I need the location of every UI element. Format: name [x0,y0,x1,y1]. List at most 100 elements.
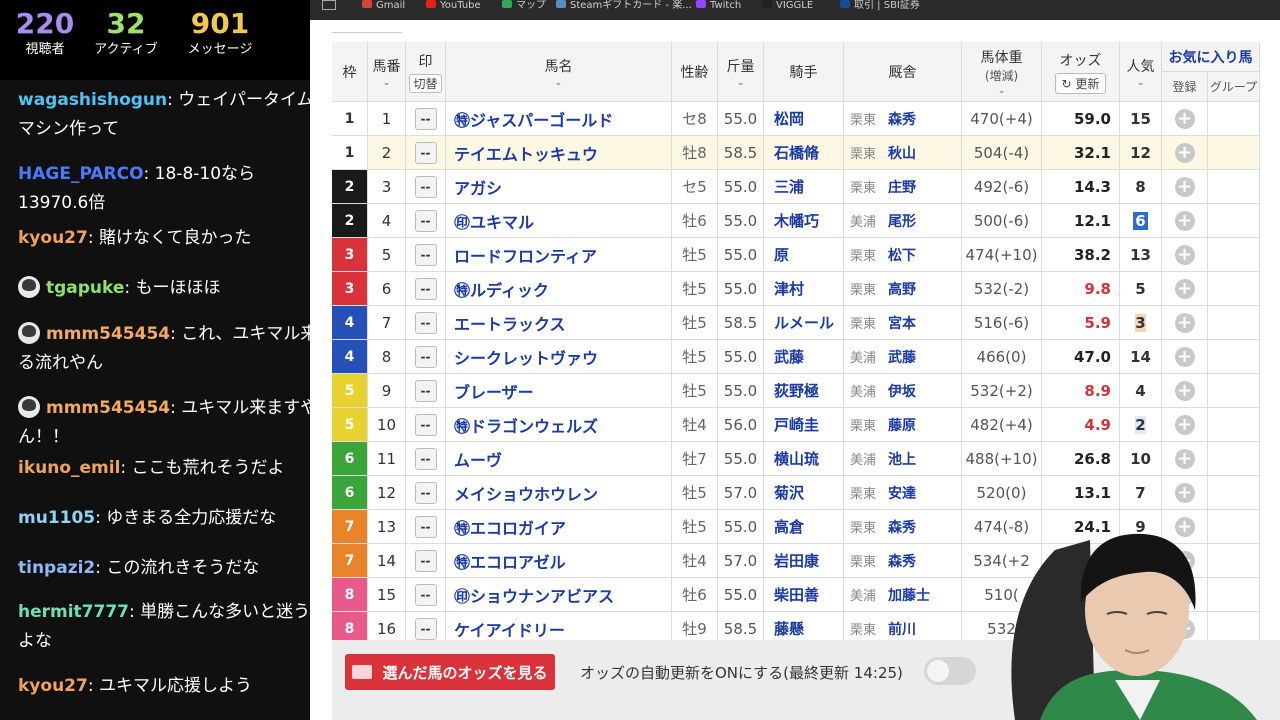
stable-cell[interactable]: 美浦 伊坂 [844,374,962,408]
chat-username[interactable]: mu1105 [18,508,95,528]
jockey-cell[interactable]: 原 [764,238,844,272]
mark-select-button[interactable]: -- [414,583,437,606]
jockey-link[interactable]: 石橋脩 [774,142,819,163]
stable-cell[interactable]: 美浦 武藤 [844,340,962,374]
stable-cell[interactable]: 栗東 森秀 [844,544,962,578]
trainer-link[interactable]: 武藤 [888,347,916,367]
bookmark-item[interactable]: Twitch [696,0,741,11]
plus-circle-icon[interactable]: + [1174,312,1195,333]
horse-name-link[interactable]: ㊕ジャスパーゴールド [454,107,613,131]
chevron-down-icon[interactable]: ⌄ [737,78,745,88]
horse-name-cell[interactable]: ㊞ユキマル [446,204,672,238]
jockey-link[interactable]: 荻野極 [774,380,819,401]
horse-name-cell[interactable]: ㊕エコロガイア [446,510,672,544]
plus-circle-icon[interactable]: + [1174,278,1195,299]
jockey-cell[interactable]: 横山琉 [764,442,844,476]
plus-circle-icon[interactable]: + [1174,142,1195,163]
horse-name-cell[interactable]: テイエムトッキュウ [446,136,672,170]
stable-cell[interactable]: 栗東 松下 [844,238,962,272]
trainer-link[interactable]: 森秀 [888,517,916,537]
mark-select-button[interactable]: -- [414,277,437,300]
jockey-link[interactable]: 津村 [774,278,804,299]
trainer-link[interactable]: 高野 [888,279,916,299]
grid-icon[interactable] [322,0,336,10]
stable-cell[interactable]: 栗東 藤原 [844,408,962,442]
plus-circle-icon[interactable]: + [1174,244,1195,265]
trainer-link[interactable]: 庄野 [888,177,916,197]
horse-name-cell[interactable]: ㊕エコロアゼル [446,544,672,578]
mark-select-button[interactable]: -- [414,413,437,436]
chevron-down-icon[interactable]: ⌄ [998,86,1006,96]
chevron-down-icon[interactable]: ⌄ [383,78,391,88]
horse-name-link[interactable]: アガシ [454,175,502,199]
horse-name-link[interactable]: ㊕ドラゴンウェルズ [454,413,598,437]
chevron-down-icon[interactable]: ⌄ [555,78,563,88]
jockey-link[interactable]: 横山琉 [774,448,819,469]
jockey-cell[interactable]: 岩田康 [764,544,844,578]
horse-name-cell[interactable]: ㊕ドラゴンウェルズ [446,408,672,442]
stable-cell[interactable]: 栗東 秋山 [844,136,962,170]
horse-name-link[interactable]: ブレーザー [454,379,534,403]
auto-update-toggle[interactable] [924,657,976,685]
jockey-cell[interactable]: 三浦 [764,170,844,204]
horse-name-cell[interactable]: シークレットヴァウ [446,340,672,374]
odds-refresh-button[interactable]: ↻ 更新 [1054,72,1107,94]
trainer-link[interactable]: 加藤士 [888,585,930,605]
plus-circle-icon[interactable]: + [1174,448,1195,469]
mark-select-button[interactable]: -- [414,617,437,640]
mark-select-button[interactable]: -- [414,107,437,130]
jockey-link[interactable]: 藤懸 [774,618,804,639]
jockey-cell[interactable]: 木幡巧 [764,204,844,238]
chat-username[interactable]: tinpazi2 [18,558,95,578]
header-favorites[interactable]: お気に入り馬 [1162,42,1260,72]
trainer-link[interactable]: 安達 [888,483,916,503]
stable-cell[interactable]: 栗東 森秀 [844,102,962,136]
plus-circle-icon[interactable]: + [1174,482,1195,503]
horse-name-cell[interactable]: ㊕ジャスパーゴールド [446,102,672,136]
jockey-link[interactable]: 戸崎圭 [774,414,819,435]
trainer-link[interactable]: 池上 [888,449,916,469]
mark-select-button[interactable]: -- [414,345,437,368]
horse-name-link[interactable]: ㊕ルディック [454,277,549,301]
jockey-link[interactable]: 武藤 [774,346,804,367]
horse-name-cell[interactable]: ロードフロンティア [446,238,672,272]
mark-select-button[interactable]: -- [414,549,437,572]
chevron-down-icon[interactable]: ⌄ [1137,78,1145,88]
jockey-cell[interactable]: ルメール [764,306,844,340]
chat-username[interactable]: ikuno_emil [18,458,120,478]
jockey-cell[interactable]: 武藤 [764,340,844,374]
plus-circle-icon[interactable]: + [1174,108,1195,129]
plus-circle-icon[interactable]: + [1174,176,1195,197]
bookmark-item[interactable]: Steamギフトカード - 楽... [556,0,692,11]
horse-name-link[interactable]: ケイアイドリー [454,617,565,641]
header-bodyweight[interactable]: 馬体重 (増減) ⌄ [962,42,1042,102]
jockey-cell[interactable]: 菊沢 [764,476,844,510]
trainer-link[interactable]: 森秀 [888,109,916,129]
jockey-link[interactable]: 菊沢 [774,482,804,503]
jockey-link[interactable]: 柴田善 [774,584,819,605]
stable-cell[interactable]: 美浦 池上 [844,442,962,476]
horse-name-link[interactable]: メイショウホウレン [454,481,598,505]
jockey-cell[interactable]: 高倉 [764,510,844,544]
chat-username[interactable]: kyou27 [18,228,88,248]
stable-cell[interactable]: 美浦 加藤士 [844,578,962,612]
jockey-cell[interactable]: 荻野極 [764,374,844,408]
mark-toggle-button[interactable]: 切替 [409,73,442,93]
horse-name-link[interactable]: ㊕エコロガイア [454,515,566,539]
jockey-link[interactable]: 岩田康 [774,550,819,571]
trainer-link[interactable]: 森秀 [888,551,916,571]
jockey-cell[interactable]: 柴田善 [764,578,844,612]
jockey-link[interactable]: 三浦 [774,176,804,197]
jockey-link[interactable]: ルメール [774,312,834,333]
chat-username[interactable]: wagashishogun [18,90,167,110]
jockey-link[interactable]: 原 [774,244,789,265]
bookmark-item[interactable]: 取引 | SBI証券 [840,0,920,11]
horse-name-link[interactable]: ムーヴ [454,447,502,471]
chat-username[interactable]: mmm545454 [46,398,170,418]
mark-select-button[interactable]: -- [414,243,437,266]
horse-name-link[interactable]: ㊕エコロアゼル [454,549,566,573]
mark-select-button[interactable]: -- [414,481,437,504]
horse-name-cell[interactable]: エートラックス [446,306,672,340]
horse-name-cell[interactable]: ㊕ルディック [446,272,672,306]
stable-cell[interactable]: 栗東 宮本 [844,306,962,340]
